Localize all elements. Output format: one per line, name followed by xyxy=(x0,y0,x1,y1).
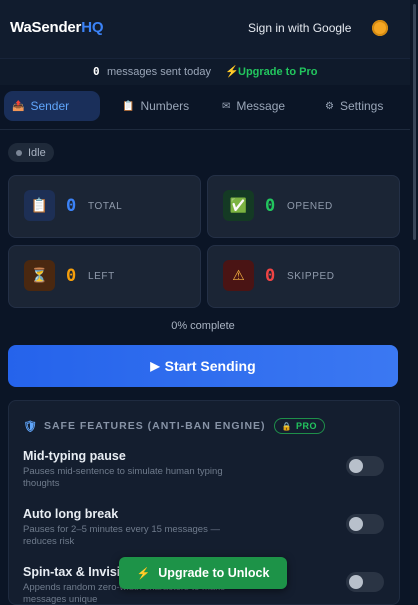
upgrade-to-unlock-button[interactable]: ⚡ Upgrade to Unlock xyxy=(119,557,287,589)
tabs-divider xyxy=(0,129,410,130)
pro-badge: 🔒 PRO xyxy=(273,418,326,434)
messages-sent-label: messages sent today xyxy=(107,66,211,78)
feature-title: Spin-tax & Invisib xyxy=(23,565,128,579)
safe-features-header: 🛡 SAFE FEATURES (ANTI-BAN ENGINE) 🔒 PRO xyxy=(23,418,326,434)
brand-accent: HQ xyxy=(81,19,104,36)
stat-opened-value: 0 xyxy=(265,196,276,216)
gear-icon: ⚙ xyxy=(325,100,334,112)
outbox-icon: 📤 xyxy=(12,100,25,112)
start-sending-label: Start Sending xyxy=(164,358,256,374)
daily-status-bar: 0 messages sent today ⚡ Upgrade to Pro xyxy=(0,58,418,85)
stat-skipped-label: SKIPPED xyxy=(287,271,335,282)
tab-settings[interactable]: ⚙ Settings xyxy=(325,91,383,121)
app-logo: WaSenderHQ xyxy=(10,19,104,36)
tab-message-label: Message xyxy=(236,99,286,113)
tab-sender[interactable]: 📤 Sender xyxy=(4,91,100,121)
stat-skipped-value: 0 xyxy=(265,266,276,286)
progress-label: 0% complete xyxy=(171,320,235,332)
stat-opened-label: OPENED xyxy=(287,201,333,212)
status-badge-label: Idle xyxy=(28,146,46,159)
start-sending-button[interactable]: ▶ Start Sending xyxy=(8,345,398,387)
feature-title: Auto long break xyxy=(23,507,119,521)
clipboard-icon: 📋 xyxy=(24,190,55,221)
hourglass-icon: ⏳ xyxy=(24,260,55,291)
pro-badge-label: PRO xyxy=(296,421,318,431)
feature-title: Mid-typing pause xyxy=(23,449,126,463)
stat-card-skipped: ⚠ 0 SKIPPED xyxy=(207,245,400,308)
play-icon: ▶ xyxy=(150,359,160,373)
upgrade-to-pro-link[interactable]: Upgrade to Pro xyxy=(238,66,317,78)
spin-tax-toggle[interactable] xyxy=(346,572,384,592)
stat-total-label: TOTAL xyxy=(88,201,123,212)
upgrade-to-unlock-label: Upgrade to Unlock xyxy=(158,566,270,580)
tab-sender-label: Sender xyxy=(30,99,70,113)
clipboard-icon: 📋 xyxy=(122,100,135,112)
stat-left-label: LEFT xyxy=(88,271,115,282)
messages-sent-count: 0 xyxy=(93,65,100,78)
sign-in-with-google-link[interactable]: Sign in with Google xyxy=(248,21,351,35)
status-badge: Idle xyxy=(8,143,54,162)
auto-long-break-toggle[interactable] xyxy=(346,514,384,534)
lock-icon: 🔒 xyxy=(281,421,292,431)
stat-card-opened: ✅ 0 OPENED xyxy=(207,175,400,238)
sun-avatar-icon[interactable] xyxy=(372,20,388,36)
stat-total-value: 0 xyxy=(66,196,77,216)
shield-icon: 🛡 xyxy=(23,420,38,433)
check-box-icon: ✅ xyxy=(223,190,254,221)
mid-typing-pause-toggle[interactable] xyxy=(346,456,384,476)
stat-left-value: 0 xyxy=(66,266,77,286)
tab-numbers-label: Numbers xyxy=(140,99,190,113)
brand-main: WaSender xyxy=(10,19,82,36)
tab-settings-label: Settings xyxy=(339,99,384,113)
status-dot-icon xyxy=(16,149,22,156)
tab-message[interactable]: ✉ Message xyxy=(222,91,285,121)
bolt-icon: ⚡ xyxy=(136,567,151,580)
app-header: WaSenderHQ Sign in with Google xyxy=(0,0,418,58)
safe-features-title: SAFE FEATURES (ANTI-BAN ENGINE) xyxy=(43,420,266,432)
toggle-knob xyxy=(349,459,363,473)
tab-numbers[interactable]: 📋 Numbers xyxy=(122,91,189,121)
scrollbar-thumb[interactable] xyxy=(413,4,416,240)
toggle-knob xyxy=(349,575,363,589)
stat-card-left: ⏳ 0 LEFT xyxy=(8,245,201,308)
envelope-icon: ✉ xyxy=(222,100,231,112)
feature-description: Pauses mid-sentence to simulate human ty… xyxy=(23,466,223,489)
toggle-knob xyxy=(349,517,363,531)
main-tabs: 📤 Sender 📋 Numbers ✉ Message ⚙ Settings xyxy=(0,88,418,124)
bolt-icon: ⚡ xyxy=(225,66,239,78)
feature-description: Pauses for 2–5 minutes every 15 messages… xyxy=(23,524,220,547)
stat-card-total: 📋 0 TOTAL xyxy=(8,175,201,238)
warning-icon: ⚠ xyxy=(223,260,254,291)
